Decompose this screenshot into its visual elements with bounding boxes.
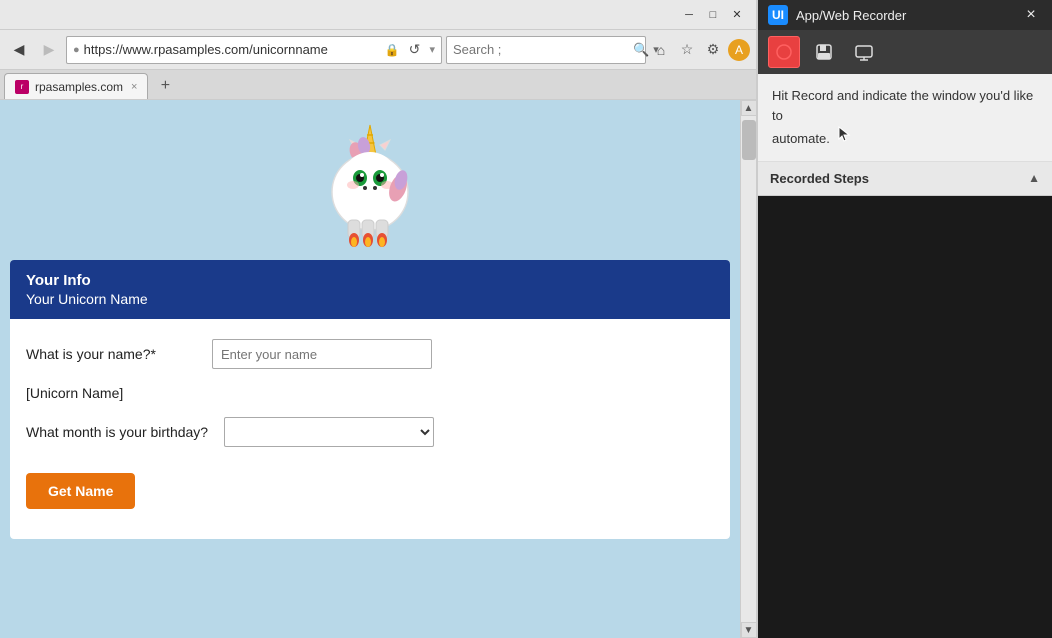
refresh-button[interactable]: ↺ xyxy=(403,39,425,61)
nav-bar: ◀ ▶ ● 🔒 ↺ ▾ 🔍 ▾ ⌂ ☆ ⚙ A xyxy=(0,30,756,70)
unicorn-name-label: [Unicorn Name] xyxy=(26,385,123,401)
recorded-steps-label: Recorded Steps xyxy=(770,171,869,186)
scroll-thumb[interactable] xyxy=(742,120,756,160)
rpa-message: Hit Record and indicate the window you'd… xyxy=(758,74,1052,162)
form-body: What is your name?* [Unicorn Name] What … xyxy=(10,319,730,539)
tabs-bar: r rpasamples.com × + xyxy=(0,70,756,100)
form-header-line2: Your Unicorn Name xyxy=(26,291,714,307)
rpa-message-line2: automate. xyxy=(772,131,830,146)
form-header-line1: Your Info xyxy=(26,272,714,289)
search-bar: 🔍 ▾ xyxy=(446,36,646,64)
settings-button[interactable]: ⚙ xyxy=(702,39,724,61)
browser-icon: ● xyxy=(73,44,80,56)
unicorn-area xyxy=(0,100,740,260)
tab-close-button[interactable]: × xyxy=(131,81,137,93)
unicorn-name-row: [Unicorn Name] xyxy=(26,385,714,401)
home-button[interactable]: ⌂ xyxy=(650,39,672,61)
rpa-logo: UI xyxy=(768,5,788,25)
form-header: Your Info Your Unicorn Name xyxy=(10,260,730,319)
name-input[interactable] xyxy=(212,339,432,369)
lock-icon: 🔒 xyxy=(385,43,400,57)
forward-button[interactable]: ▶ xyxy=(36,37,62,63)
address-input[interactable] xyxy=(84,42,381,57)
save-icon xyxy=(815,43,833,61)
maximize-button[interactable]: □ xyxy=(702,6,724,24)
birthday-row: What month is your birthday? January Feb… xyxy=(26,417,714,447)
active-tab[interactable]: r rpasamples.com × xyxy=(4,73,148,99)
rpa-toolbar xyxy=(758,30,1052,74)
tab-favicon: r xyxy=(15,80,29,94)
search-button[interactable]: 🔍 xyxy=(633,42,649,58)
web-content-wrapper: Your Info Your Unicorn Name What is your… xyxy=(0,100,756,638)
rpa-recorded-steps-header[interactable]: Recorded Steps ▲ xyxy=(758,162,1052,196)
user-button[interactable]: A xyxy=(728,39,750,61)
rpa-screen-button[interactable] xyxy=(848,36,880,68)
dropdown-icon[interactable]: ▾ xyxy=(429,43,435,56)
name-label: What is your name?* xyxy=(26,346,196,362)
address-bar: ● 🔒 ↺ ▾ xyxy=(66,36,442,64)
record-icon xyxy=(775,43,793,61)
name-row: What is your name?* xyxy=(26,339,714,369)
cursor-icon xyxy=(837,125,851,143)
cursor-indicator xyxy=(837,125,851,149)
back-button[interactable]: ◀ xyxy=(6,37,32,63)
rpa-record-button[interactable] xyxy=(768,36,800,68)
close-button[interactable]: ✕ xyxy=(726,6,748,24)
title-bar: ─ □ ✕ xyxy=(0,0,756,30)
rpa-message-line1: Hit Record and indicate the window you'd… xyxy=(772,88,1033,123)
scroll-up-button[interactable]: ▲ xyxy=(741,100,757,116)
birthday-label: What month is your birthday? xyxy=(26,424,208,440)
scrollbar: ▲ ▼ xyxy=(740,100,756,638)
get-name-button[interactable]: Get Name xyxy=(26,473,135,509)
web-content: Your Info Your Unicorn Name What is your… xyxy=(0,100,740,638)
unicorn-image xyxy=(310,120,430,250)
form-card: Your Info Your Unicorn Name What is your… xyxy=(10,260,730,539)
bottom-spacer xyxy=(0,539,740,599)
browser-window: ─ □ ✕ ◀ ▶ ● 🔒 ↺ ▾ 🔍 ▾ ⌂ ☆ ⚙ A r rpasampl… xyxy=(0,0,757,638)
minimize-button[interactable]: ─ xyxy=(678,6,700,24)
collapse-icon: ▲ xyxy=(1028,171,1040,185)
rpa-save-button[interactable] xyxy=(808,36,840,68)
screen-icon xyxy=(855,43,873,61)
tab-label: rpasamples.com xyxy=(35,80,123,94)
search-input[interactable] xyxy=(453,42,629,57)
rpa-title-bar: UI App/Web Recorder × xyxy=(758,0,1052,30)
favorites-button[interactable]: ☆ xyxy=(676,39,698,61)
rpa-close-button[interactable]: × xyxy=(1020,4,1042,26)
birthday-select[interactable]: January February March April May June Ju… xyxy=(224,417,434,447)
scroll-down-button[interactable]: ▼ xyxy=(741,622,757,638)
rpa-title-text: App/Web Recorder xyxy=(796,8,1012,23)
rpa-steps-content xyxy=(758,196,1052,638)
rpa-panel: UI App/Web Recorder × Hit Record xyxy=(757,0,1052,638)
new-tab-button[interactable]: + xyxy=(152,73,178,99)
